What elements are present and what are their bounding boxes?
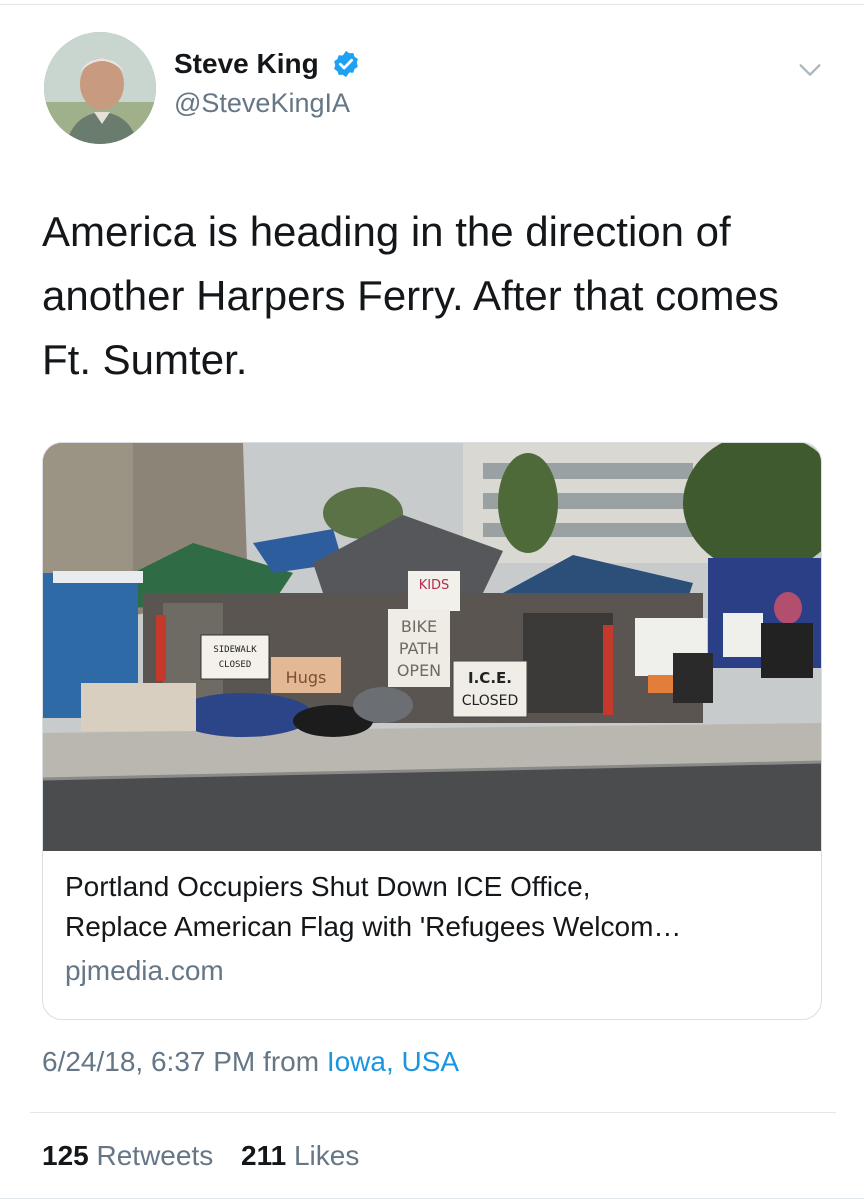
avatar-photo — [44, 32, 156, 144]
user-handle[interactable]: @SteveKingIA — [174, 88, 361, 119]
sign-hugs: Hugs — [286, 668, 327, 687]
verified-badge-icon — [334, 50, 359, 78]
tweet-stats: 125 Retweets 211 Likes — [42, 1140, 379, 1172]
likes-stat[interactable]: 211 Likes — [241, 1140, 359, 1172]
sign-bike-line1: BIKE — [401, 617, 437, 636]
sign-bike-line2: PATH — [399, 639, 439, 658]
tweet-text: America is heading in the direction of a… — [42, 208, 779, 383]
link-card[interactable]: SIDEWALK CLOSED KIDS BIKE PATH OPEN I.C.… — [42, 442, 822, 1020]
likes-count: 211 — [241, 1140, 287, 1171]
card-image: SIDEWALK CLOSED KIDS BIKE PATH OPEN I.C.… — [43, 443, 821, 851]
sign-kids: KIDS — [419, 578, 450, 593]
timestamp[interactable]: 6/24/18, 6:37 PM — [42, 1046, 255, 1077]
sign-bike-line3: OPEN — [397, 661, 441, 680]
sign-sidewalk-line1: SIDEWALK — [213, 645, 257, 655]
card-domain: pjmedia.com — [65, 955, 224, 986]
chevron-down-icon[interactable] — [796, 56, 824, 84]
card-title[interactable]: Portland Occupiers Shut Down ICE Office,… — [65, 867, 805, 947]
avatar[interactable] — [44, 32, 156, 144]
likes-label: Likes — [293, 1140, 360, 1171]
sign-sidewalk-line2: CLOSED — [219, 660, 252, 670]
retweets-stat[interactable]: 125 Retweets — [42, 1140, 213, 1172]
tweet-header: Steve King @SteveKingIA — [44, 32, 824, 148]
retweets-count: 125 — [42, 1140, 89, 1171]
bottom-divider — [0, 1198, 864, 1199]
sign-ice-line1: I.C.E. — [468, 669, 512, 687]
retweets-label: Retweets — [96, 1140, 214, 1171]
sign-ice-line2: CLOSED — [462, 693, 519, 709]
tweet-meta: 6/24/18, 6:37 PM from Iowa, USA — [42, 1046, 459, 1078]
location-link[interactable]: Iowa, USA — [327, 1046, 459, 1077]
divider — [30, 1112, 836, 1113]
from-label: from — [263, 1046, 320, 1077]
display-name[interactable]: Steve King — [174, 48, 319, 80]
top-divider — [0, 4, 864, 5]
